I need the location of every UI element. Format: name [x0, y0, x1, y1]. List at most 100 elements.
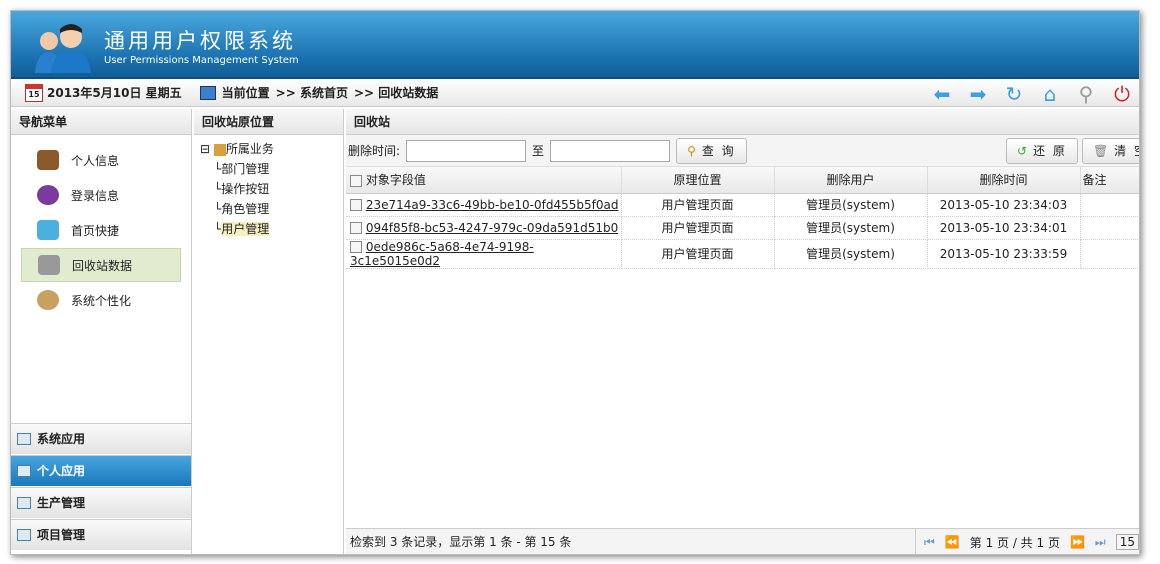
nav-label: 登录信息 [71, 188, 120, 203]
row-checkbox[interactable] [350, 199, 362, 211]
tree-panel: 回收站原位置 ⊟ 所属业务 └部门管理 └操作按钮 └角色管理 └用户管理 [194, 109, 344, 554]
forward-arrow-icon[interactable]: ➡ [967, 83, 989, 105]
object-link[interactable]: 0ede986c-5a68-4e74-9198-3c1e5015e0d2 [350, 240, 534, 268]
section-system-apps[interactable]: 系统应用 [11, 423, 191, 454]
clear-button[interactable]: 🗑清 空 [1081, 137, 1139, 164]
section-icon [17, 465, 31, 477]
recycle-panel: 回收站 删除时间: 至 ⚲查 询 ↺还 原 🗑清 空 对象字段值 原理位置 删除… [346, 109, 1139, 554]
location-cell: 用户管理页面 [621, 193, 775, 217]
palette-icon [37, 290, 59, 310]
row-checkbox[interactable] [350, 222, 362, 234]
row-checkbox[interactable] [350, 241, 362, 253]
app-title: 通用用户权限系统 [104, 29, 296, 53]
start-time-input[interactable] [406, 139, 527, 162]
next-page-icon[interactable]: ⏩ [1070, 535, 1085, 549]
value-cell: 094f85f8-bc53-4247-979c-09da591d51b0 [346, 216, 622, 240]
section-production[interactable]: 生产管理 [11, 487, 191, 518]
recycle-table: 对象字段值 原理位置 删除用户 删除时间 备注 23e714a9-33c6-49… [346, 167, 1139, 269]
restore-label: 还 原 [1033, 143, 1067, 158]
back-arrow-icon[interactable]: ⬅ [931, 83, 953, 105]
note-cell [1080, 239, 1139, 269]
time-cell: 2013-05-10 23:34:03 [927, 193, 1081, 217]
section-personal-apps[interactable]: 个人应用 [11, 455, 191, 486]
nav-item-personalize[interactable]: 系统个性化 [21, 283, 181, 317]
app-subtitle: User Permissions Management System [104, 55, 299, 66]
breadcrumb-home[interactable]: >> 系统首页 [276, 84, 348, 101]
select-all-checkbox[interactable] [350, 174, 362, 187]
nav-item-profile[interactable]: 个人信息 [21, 143, 181, 177]
filter-bar: 删除时间: 至 ⚲查 询 ↺还 原 🗑清 空 [346, 135, 1139, 167]
user-cell: 管理员(system) [774, 216, 928, 240]
computer-icon [199, 85, 216, 100]
nav-panel: 导航菜单 个人信息 登录信息 首页快捷 回收站数据 系统个性化 系统应用 个人应… [11, 109, 192, 554]
section-icon [17, 433, 31, 445]
nav-label: 个人信息 [71, 153, 120, 168]
column-label: 对象字段值 [365, 173, 426, 188]
column-header[interactable]: 备注 [1080, 167, 1139, 194]
restore-icon: ↺ [1017, 143, 1030, 158]
search-icon[interactable]: ⚲ [1075, 83, 1097, 105]
query-label: 查 询 [701, 143, 736, 158]
nav-item-login-info[interactable]: 登录信息 [21, 178, 181, 212]
column-header[interactable]: 原理位置 [621, 167, 775, 194]
table-row[interactable]: 23e714a9-33c6-49bb-be10-0fd455b5f0ad 用户管… [346, 193, 1139, 217]
note-cell [1080, 193, 1139, 217]
tree-root[interactable]: ⊟ 所属业务 [200, 139, 337, 159]
value-cell: 0ede986c-5a68-4e74-9198-3c1e5015e0d2 [346, 239, 622, 269]
tree-label: 所属业务 [225, 142, 274, 156]
column-header[interactable]: 删除用户 [774, 167, 928, 194]
page-size-select[interactable]: 15 [1115, 534, 1139, 550]
query-button[interactable]: ⚲ 查 询 [676, 137, 747, 164]
app-window: 通用用户权限系统 User Permissions Management Sys… [10, 10, 1140, 555]
folder-icon [213, 143, 226, 156]
panel-title: 回收站 [346, 109, 1139, 135]
section-label: 项目管理 [37, 528, 86, 542]
tree-node[interactable]: └操作按钮 [200, 179, 337, 199]
nav-item-shortcuts[interactable]: 首页快捷 [21, 213, 181, 247]
refresh-icon[interactable]: ↻ [1003, 83, 1025, 105]
section-icon [17, 529, 31, 541]
tree-label: 角色管理 [221, 202, 270, 216]
location-cell: 用户管理页面 [621, 239, 775, 269]
search-icon: ⚲ [687, 143, 698, 158]
tree-label: 操作按钮 [221, 182, 270, 196]
table-row[interactable]: 0ede986c-5a68-4e74-9198-3c1e5015e0d2 用户管… [346, 239, 1139, 269]
tree-node[interactable]: └部门管理 [200, 159, 337, 179]
prev-page-icon[interactable]: ⏪ [945, 535, 960, 549]
nav-item-recycle-bin[interactable]: 回收站数据 [21, 248, 181, 282]
nav-title: 导航菜单 [11, 109, 191, 135]
location-label: 当前位置 [221, 86, 270, 100]
section-label: 系统应用 [37, 432, 86, 446]
section-projects[interactable]: 项目管理 [11, 519, 191, 550]
shortcut-icon [37, 220, 59, 240]
table-row[interactable]: 094f85f8-bc53-4247-979c-09da591d51b0 用户管… [346, 216, 1139, 240]
calendar-icon: 15 [25, 83, 43, 102]
toolbar: ⬅ ➡ ↻ ⌂ ⚲ ⏻ [931, 83, 1133, 105]
trash-icon [38, 255, 60, 275]
first-page-icon[interactable]: ⏮ [924, 535, 935, 550]
trash-icon: 🗑 [1092, 143, 1111, 158]
tree-node[interactable]: └角色管理 [200, 199, 337, 219]
tree-node[interactable]: └用户管理 [200, 219, 337, 239]
current-date: 2013年5月10日 星期五 [47, 86, 182, 100]
logout-icon[interactable]: ⏻ [1111, 83, 1133, 105]
time-cell: 2013-05-10 23:33:59 [927, 239, 1081, 269]
bulb-icon [37, 185, 59, 205]
last-page-icon[interactable]: ⏭ [1095, 535, 1106, 550]
user-cell: 管理员(system) [774, 239, 928, 269]
end-time-input[interactable] [550, 139, 671, 162]
users-logo-icon [35, 24, 91, 73]
note-cell [1080, 216, 1139, 240]
object-link[interactable]: 094f85f8-bc53-4247-979c-09da591d51b0 [366, 221, 618, 235]
column-header[interactable]: 删除时间 [927, 167, 1081, 194]
column-header[interactable]: 对象字段值 [346, 167, 622, 194]
section-icon [17, 497, 31, 509]
pager-summary: 检索到 3 条记录，显示第 1 条 - 第 15 条 [350, 535, 572, 549]
tree-label: 用户管理 [221, 222, 270, 236]
breadcrumb-current: >> 回收站数据 [353, 86, 439, 100]
home-icon[interactable]: ⌂ [1039, 83, 1061, 105]
object-link[interactable]: 23e714a9-33c6-49bb-be10-0fd455b5f0ad [366, 198, 619, 212]
pager: 检索到 3 条记录，显示第 1 条 - 第 15 条 ⏮ ⏪ 第 1 页 / 共… [346, 528, 1139, 554]
restore-button[interactable]: ↺ 还 原 [1006, 137, 1078, 164]
nav-label: 系统个性化 [71, 293, 132, 308]
